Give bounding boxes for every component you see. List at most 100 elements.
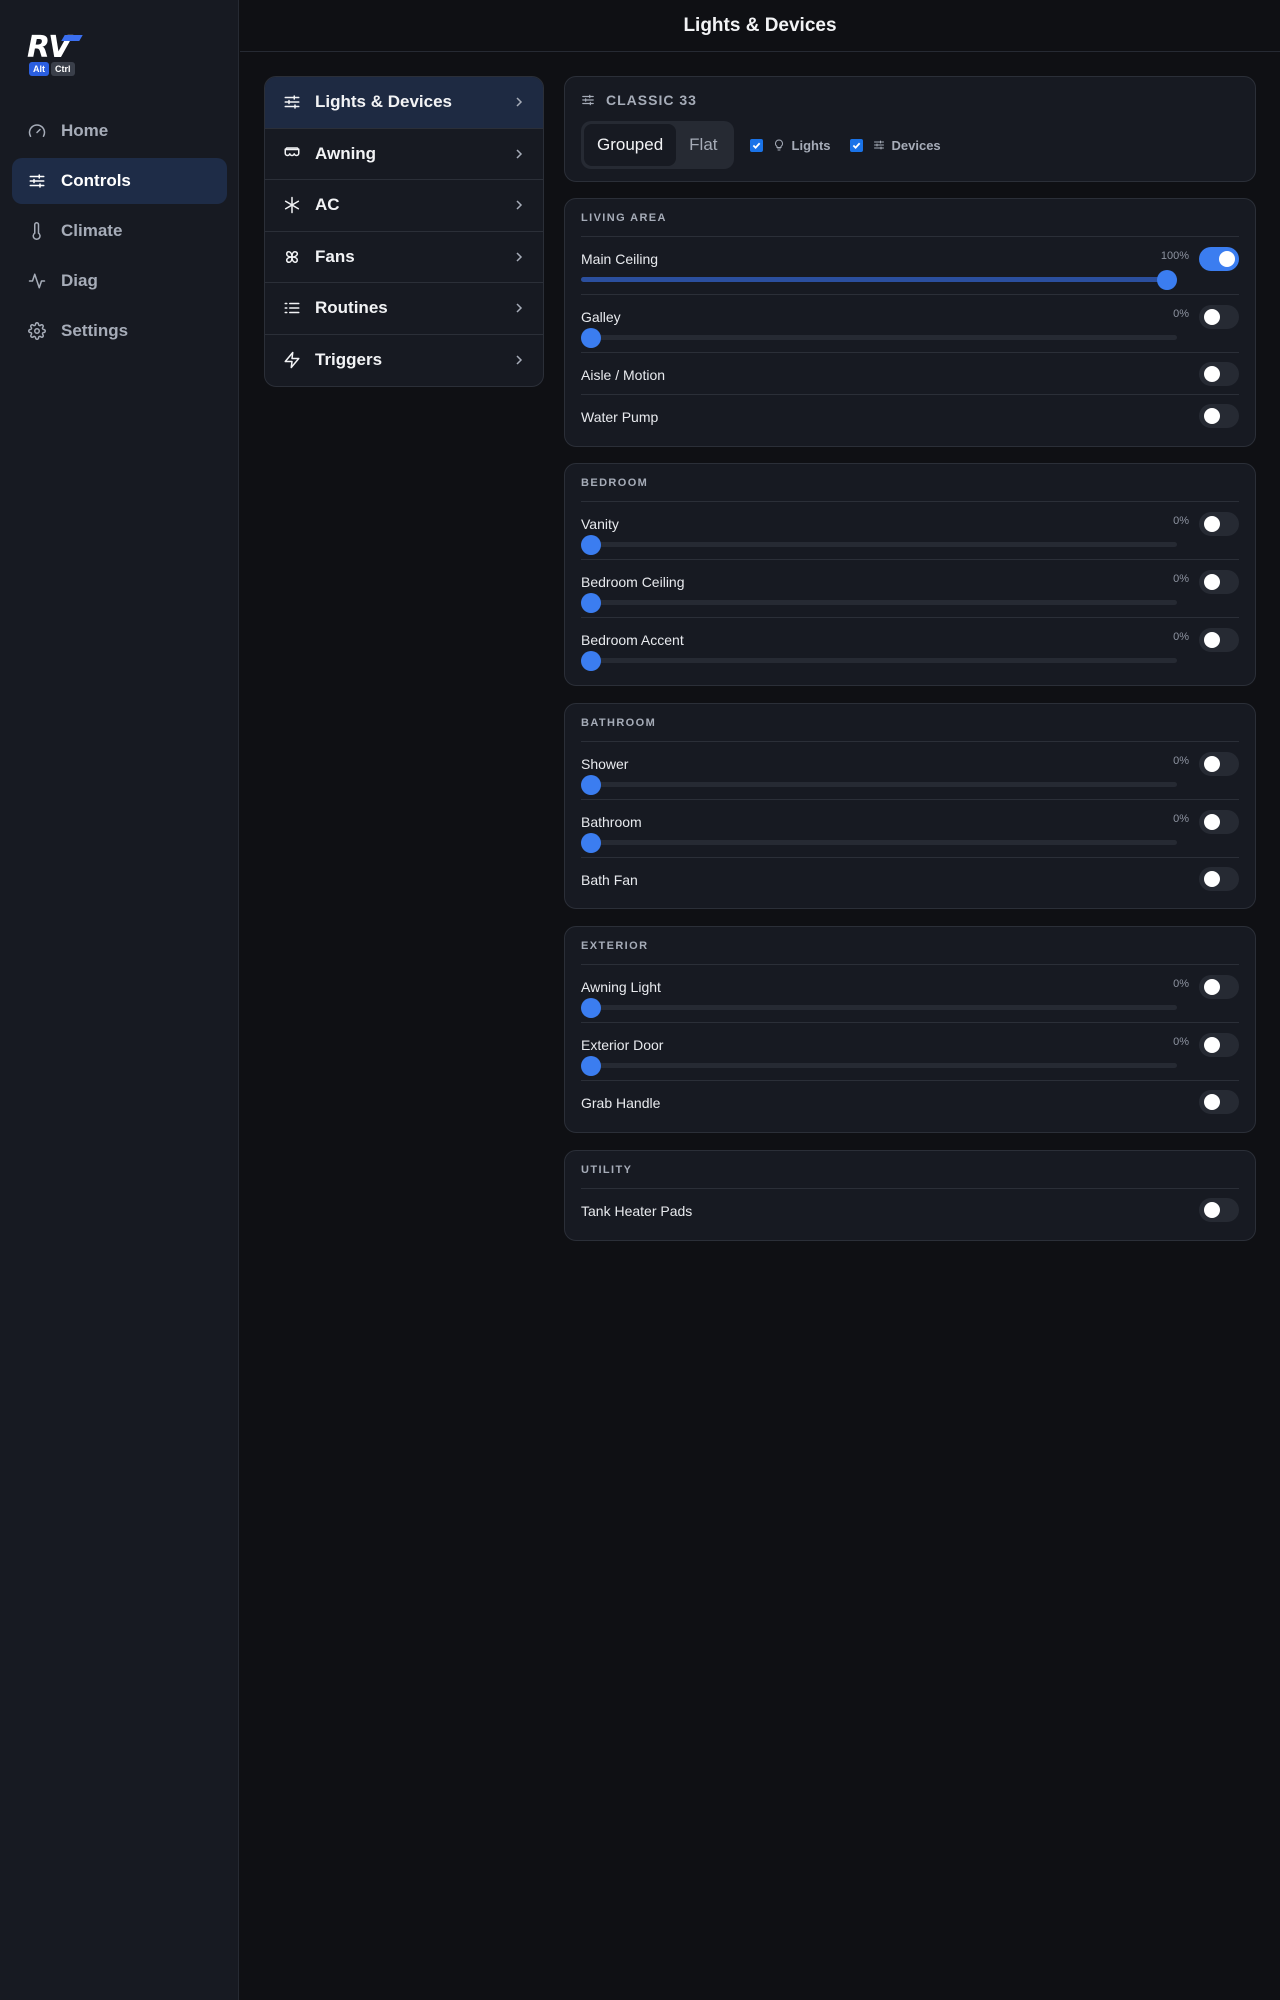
nav-item-home[interactable]: Home — [12, 108, 227, 154]
dimmer-slider[interactable] — [581, 593, 1177, 613]
slider-thumb[interactable] — [581, 651, 601, 671]
dimmer-slider[interactable] — [581, 535, 1177, 555]
device-name: Water Pump — [581, 409, 659, 425]
dimmer-percent: 0% — [1173, 515, 1189, 527]
awning-icon — [284, 147, 300, 156]
nav-item-settings[interactable]: Settings — [12, 308, 227, 354]
toggle-knob — [1204, 366, 1220, 382]
toggle-knob — [1204, 979, 1220, 995]
device-row: Exterior Door 0% — [581, 1023, 1239, 1081]
dimmer-slider[interactable] — [581, 1056, 1177, 1076]
power-toggle[interactable] — [1199, 810, 1239, 834]
device-row: Bath Fan — [581, 858, 1239, 900]
rv-model-title: CLASSIC 33 — [581, 91, 1239, 109]
sliders-icon — [582, 94, 594, 106]
power-toggle[interactable] — [1199, 628, 1239, 652]
section-title: EXTERIOR — [581, 927, 1239, 965]
dimmer-percent: 0% — [1173, 573, 1189, 585]
submenu-item-awning[interactable]: Awning — [265, 129, 543, 180]
power-toggle[interactable] — [1199, 247, 1239, 271]
dimmer-slider[interactable] — [581, 651, 1177, 671]
device-name: Main Ceiling — [581, 251, 659, 267]
view-flat-button[interactable]: Flat — [676, 124, 730, 166]
power-toggle[interactable] — [1199, 362, 1239, 386]
toggle-knob — [1204, 1202, 1220, 1218]
slider-thumb[interactable] — [581, 1056, 601, 1076]
submenu-item-ac[interactable]: AC — [265, 180, 543, 232]
device-name: Grab Handle — [581, 1095, 661, 1111]
nav-item-diag[interactable]: Diag — [12, 258, 227, 304]
power-toggle[interactable] — [1199, 975, 1239, 999]
slider-thumb[interactable] — [581, 775, 601, 795]
chevron-right-icon — [516, 200, 523, 210]
slider-thumb[interactable] — [581, 535, 601, 555]
submenu-label: Lights & Devices — [315, 92, 452, 112]
submenu-item-lights-devices[interactable]: Lights & Devices — [265, 77, 543, 129]
submenu-item-routines[interactable]: Routines — [265, 283, 543, 335]
logo-badge-ctrl: Ctrl — [51, 62, 75, 76]
dimmer-slider[interactable] — [581, 775, 1177, 795]
device-row: Shower 0% — [581, 742, 1239, 800]
toggle-knob — [1204, 1037, 1220, 1053]
device-row: Main Ceiling 100% — [581, 237, 1239, 295]
power-toggle[interactable] — [1199, 1033, 1239, 1057]
lights-checkbox[interactable] — [749, 138, 763, 152]
filter-lights[interactable]: Lights — [749, 138, 831, 153]
nav-label: Controls — [61, 171, 131, 190]
power-toggle[interactable] — [1199, 512, 1239, 536]
toggle-knob — [1204, 408, 1220, 424]
sliders-icon — [284, 95, 300, 109]
slider-thumb[interactable] — [581, 593, 601, 613]
slider-thumb[interactable] — [581, 998, 601, 1018]
sliders-icon — [29, 174, 45, 188]
rv-model-name: CLASSIC 33 — [606, 92, 697, 108]
device-row: Tank Heater Pads — [581, 1189, 1239, 1231]
device-name: Shower — [581, 756, 629, 772]
slider-thumb[interactable] — [1157, 270, 1177, 290]
device-name: Vanity — [581, 516, 619, 532]
view-mode-toggle: Grouped Flat — [581, 121, 734, 169]
dimmer-slider[interactable] — [581, 270, 1177, 290]
submenu-label: Fans — [315, 246, 355, 266]
toggle-knob — [1204, 1094, 1220, 1110]
power-toggle[interactable] — [1199, 752, 1239, 776]
page-header: Lights & Devices — [240, 0, 1280, 52]
app-logo[interactable]: RV Alt Ctrl — [27, 33, 85, 79]
gauge-icon — [28, 124, 46, 137]
nav-label: Settings — [61, 321, 129, 340]
slider-thumb[interactable] — [581, 328, 601, 348]
device-row: Bedroom Ceiling 0% — [581, 560, 1239, 618]
power-toggle[interactable] — [1199, 867, 1239, 891]
device-row: Bathroom 0% — [581, 800, 1239, 858]
power-toggle[interactable] — [1199, 1198, 1239, 1222]
dimmer-percent: 0% — [1173, 1036, 1189, 1048]
dimmer-percent: 0% — [1173, 813, 1189, 825]
power-toggle[interactable] — [1199, 404, 1239, 428]
device-name: Bath Fan — [581, 872, 638, 888]
device-name: Tank Heater Pads — [581, 1203, 693, 1219]
gear-icon — [28, 322, 46, 340]
view-grouped-button[interactable]: Grouped — [584, 124, 677, 166]
devices-checkbox[interactable] — [849, 138, 863, 152]
device-row: Galley 0% — [581, 295, 1239, 353]
submenu-label: Routines — [315, 298, 388, 318]
nav-label: Diag — [61, 271, 98, 290]
nav-item-controls[interactable]: Controls — [12, 158, 227, 204]
submenu-label: AC — [315, 195, 340, 215]
power-toggle[interactable] — [1199, 1090, 1239, 1114]
toggle-knob — [1204, 814, 1220, 830]
submenu-item-fans[interactable]: Fans — [265, 232, 543, 283]
power-toggle[interactable] — [1199, 570, 1239, 594]
nav-item-climate[interactable]: Climate — [12, 208, 227, 254]
dimmer-slider[interactable] — [581, 833, 1177, 853]
filter-devices[interactable]: Devices — [849, 138, 941, 153]
section-bedroom: BEDROOM Vanity 0% Bedroom Ceiling 0% Bedro… — [564, 463, 1256, 686]
dimmer-slider[interactable] — [581, 998, 1177, 1018]
submenu-item-triggers[interactable]: Triggers — [265, 335, 543, 387]
slider-thumb[interactable] — [581, 833, 601, 853]
section-exterior: EXTERIOR Awning Light 0% Exterior Door 0% … — [564, 926, 1256, 1133]
dimmer-slider[interactable] — [581, 328, 1177, 348]
nav-label: Climate — [61, 221, 123, 240]
power-toggle[interactable] — [1199, 305, 1239, 329]
section-utility: UTILITY Tank Heater Pads — [564, 1150, 1256, 1241]
